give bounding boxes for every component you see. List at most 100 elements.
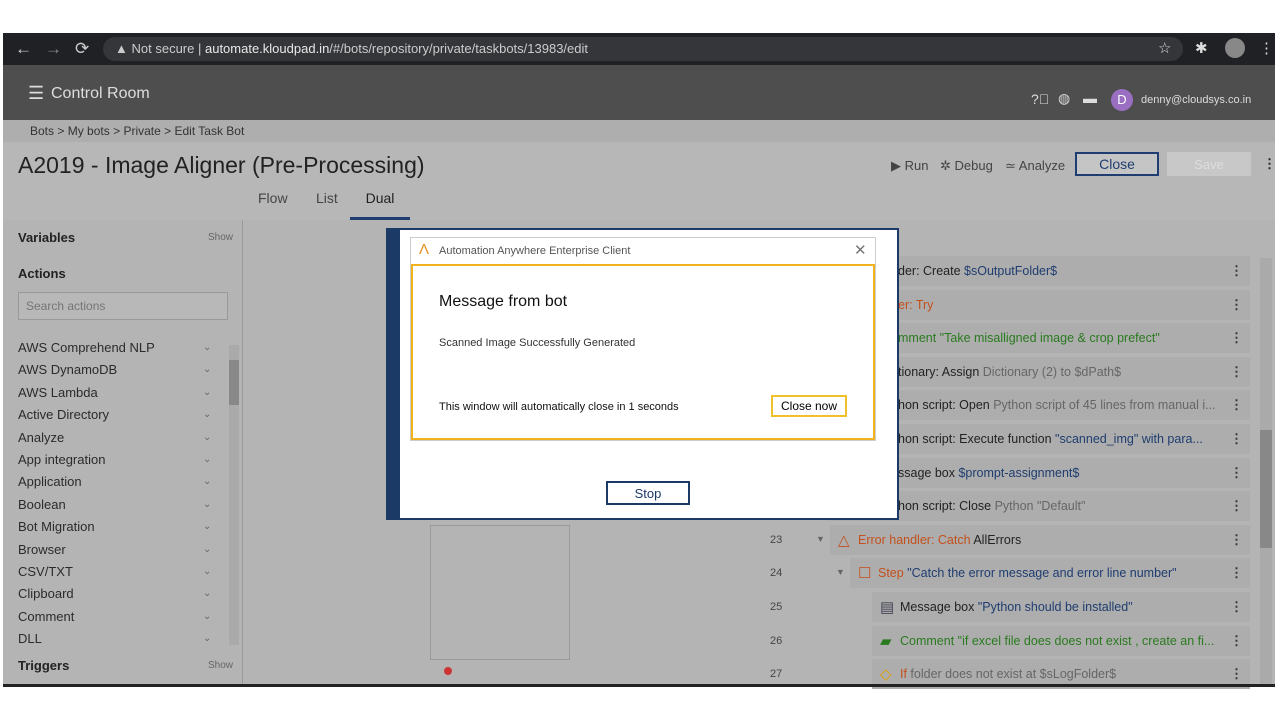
address-bar[interactable]: ▲ Not secure | automate.kloudpad.in/#/bo… [103, 37, 1183, 61]
action-item[interactable]: Active Directory [18, 407, 109, 422]
run-button[interactable]: ▶ Run [891, 158, 928, 174]
row-detail: "Python should be installed" [977, 600, 1133, 614]
action-item[interactable]: AWS Comprehend NLP [18, 340, 155, 355]
analyze-button[interactable]: ≃ Analyze [1005, 158, 1065, 174]
tab-list[interactable]: List [316, 190, 338, 206]
flow-end-node [444, 667, 452, 675]
search-actions-input[interactable] [18, 292, 228, 320]
stop-button[interactable]: Stop [606, 481, 690, 505]
action-item[interactable]: Application [18, 474, 82, 489]
line-number: 27 [770, 668, 783, 681]
row-menu-icon[interactable]: ⋮ [1230, 532, 1243, 548]
action-item[interactable]: Analyze [18, 430, 64, 445]
row-menu-icon[interactable]: ⋮ [1230, 498, 1243, 514]
row-detail: $prompt-assignment$ [958, 465, 1080, 480]
triggers-show[interactable]: Show [208, 660, 233, 671]
line-number: 26 [770, 634, 783, 647]
close-button[interactable]: Close [1075, 152, 1159, 176]
crumb-private[interactable]: Private [123, 124, 160, 138]
action-item[interactable]: AWS Lambda [18, 385, 98, 400]
actions-heading: Actions [18, 266, 66, 281]
chevron-down-icon[interactable]: ⌄ [203, 566, 211, 577]
row-menu-icon[interactable]: ⋮ [1230, 263, 1243, 279]
bottom-border [3, 684, 1275, 687]
tab-dual[interactable]: Dual [350, 190, 410, 220]
crumb-sep: > [57, 124, 65, 138]
row-detail: folder does not exist at $sLogFolder$ [910, 667, 1117, 682]
analyze-label: Analyze [1018, 158, 1066, 173]
action-item[interactable]: Comment [18, 609, 74, 624]
chevron-down-icon[interactable]: ⌄ [203, 521, 211, 532]
actions-scrollbar[interactable] [229, 345, 239, 645]
collapse-caret-icon[interactable]: ▼ [816, 534, 825, 544]
run-label: Run [904, 158, 929, 173]
action-item[interactable]: DLL [18, 631, 42, 646]
list-scrollbar[interactable] [1260, 258, 1272, 684]
debug-button[interactable]: ✲ Debug [940, 158, 993, 174]
row-menu-icon[interactable]: ⋮ [1230, 565, 1243, 581]
action-item[interactable]: App integration [18, 452, 105, 467]
action-item[interactable]: CSV/TXT [18, 564, 73, 579]
collapse-caret-icon[interactable]: ▼ [836, 567, 845, 577]
crumb-bots[interactable]: Bots [30, 124, 54, 138]
step-icon: ☐ [858, 565, 872, 583]
chevron-down-icon[interactable]: ⌄ [203, 342, 211, 353]
extensions-icon[interactable]: ✱ [1195, 39, 1208, 57]
reload-icon[interactable]: ⟳ [75, 39, 89, 59]
action-item[interactable]: Clipboard [18, 586, 74, 601]
chevron-down-icon[interactable]: ⌄ [203, 544, 211, 555]
user-avatar[interactable]: D [1111, 89, 1133, 111]
tab-flow[interactable]: Flow [258, 190, 288, 206]
action-item[interactable]: Browser [18, 542, 66, 557]
row-menu-icon[interactable]: ⋮ [1230, 633, 1243, 649]
close-icon[interactable]: ✕ [854, 241, 867, 259]
chevron-down-icon[interactable]: ⌄ [203, 633, 211, 644]
bookmark-star-icon[interactable]: ☆ [1158, 39, 1171, 57]
action-item[interactable]: AWS DynamoDB [18, 362, 117, 377]
back-icon[interactable]: ← [15, 39, 32, 59]
chevron-down-icon[interactable]: ⌄ [203, 387, 211, 398]
chevron-down-icon[interactable]: ⌄ [203, 611, 211, 622]
row-menu-icon[interactable]: ⋮ [1230, 330, 1243, 346]
chevron-down-icon[interactable]: ⌄ [203, 499, 211, 510]
globe-icon[interactable]: ◍ [1058, 90, 1070, 107]
chevron-down-icon[interactable]: ⌄ [203, 364, 211, 375]
action-item[interactable]: Boolean [18, 497, 66, 512]
chevron-down-icon[interactable]: ⌄ [203, 476, 211, 487]
row-action: Step [878, 566, 908, 581]
close-now-button[interactable]: Close now [771, 395, 847, 417]
save-button[interactable]: Save [1167, 152, 1251, 176]
if-diamond-icon: ◇ [880, 666, 892, 684]
row-action: ssage box [898, 465, 959, 480]
more-icon[interactable]: ⋮ [1263, 156, 1276, 172]
crumb-edit: Edit Task Bot [174, 124, 245, 138]
help-icon[interactable]: ?⃝ [1031, 91, 1049, 107]
row-menu-icon[interactable]: ⋮ [1230, 666, 1243, 682]
profile-avatar[interactable] [1225, 38, 1245, 58]
row-action: er: Try [898, 297, 934, 312]
chevron-down-icon[interactable]: ⌄ [203, 588, 211, 599]
menu-icon[interactable]: ⋮ [1259, 39, 1274, 57]
chevron-down-icon[interactable]: ⌄ [203, 432, 211, 443]
row-menu-icon[interactable]: ⋮ [1230, 431, 1243, 447]
forward-icon[interactable]: → [45, 39, 62, 59]
actions-panel: Variables Show Actions AWS Comprehend NL… [3, 220, 243, 684]
crumb-my-bots[interactable]: My bots [68, 124, 110, 138]
user-email[interactable]: denny@cloudsys.co.in [1141, 94, 1251, 106]
row-detail: "Catch the error message and error line … [907, 566, 1177, 581]
chevron-down-icon[interactable]: ⌄ [203, 409, 211, 420]
row-menu-icon[interactable]: ⋮ [1230, 465, 1243, 481]
chevron-down-icon[interactable]: ⌄ [203, 454, 211, 465]
monitor-icon[interactable]: ▬ [1083, 90, 1097, 106]
app-header: ☰ Control Room ?⃝ ◍ ▬ D denny@cloudsys.c… [3, 65, 1275, 120]
line-number: 25 [770, 601, 783, 613]
triggers-heading: Triggers [18, 658, 70, 673]
hamburger-icon[interactable]: ☰ [28, 83, 44, 104]
row-action: der: Create [898, 264, 965, 278]
row-menu-icon[interactable]: ⋮ [1230, 599, 1243, 615]
row-menu-icon[interactable]: ⋮ [1230, 364, 1243, 380]
action-item[interactable]: Bot Migration [18, 519, 95, 534]
row-menu-icon[interactable]: ⋮ [1230, 397, 1243, 413]
variables-show[interactable]: Show [208, 232, 233, 243]
row-menu-icon[interactable]: ⋮ [1230, 297, 1243, 313]
